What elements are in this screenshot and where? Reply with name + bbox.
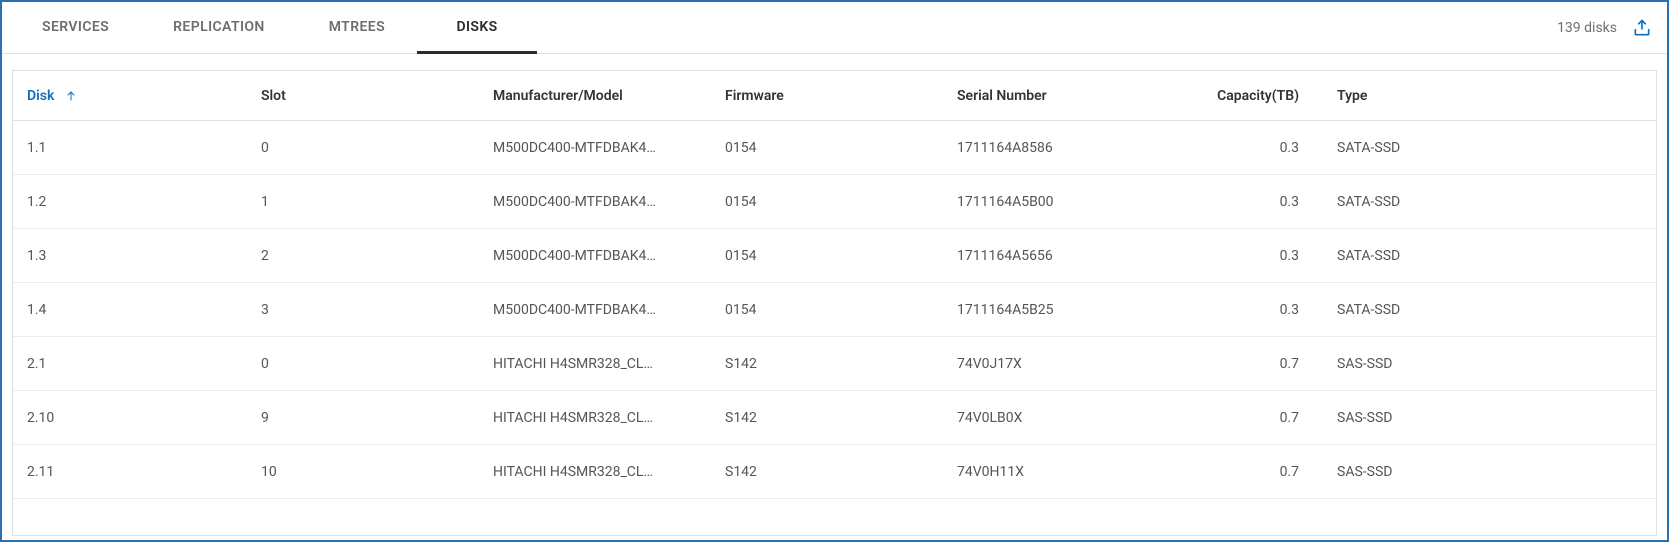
cell-model: HITACHI H4SMR328_CL…: [479, 464, 711, 480]
col-header-label: Serial Number: [957, 88, 1047, 104]
col-header-slot[interactable]: Slot: [247, 88, 479, 104]
cell-capacity: 0.3: [1175, 248, 1323, 264]
export-icon[interactable]: [1631, 17, 1653, 39]
cell-capacity: 0.7: [1175, 356, 1323, 372]
cell-slot: 2: [247, 248, 479, 264]
cell-disk: 1.1: [13, 140, 247, 156]
cell-disk: 1.3: [13, 248, 247, 264]
cell-disk: 2.10: [13, 410, 247, 426]
cell-slot: 1: [247, 194, 479, 210]
table-row[interactable]: 1.3 2 M500DC400-MTFDBAK4… 0154 1711164A5…: [13, 229, 1656, 283]
cell-serial: 1711164A5656: [943, 248, 1175, 264]
disk-grid: Disk Slot Manufacturer/Model Firmware Se…: [12, 70, 1657, 536]
grid-body[interactable]: 1.1 0 M500DC400-MTFDBAK4… 0154 1711164A8…: [13, 121, 1656, 535]
cell-model: M500DC400-MTFDBAK4…: [479, 302, 711, 318]
cell-capacity: 0.7: [1175, 464, 1323, 480]
cell-firmware: S142: [711, 356, 943, 372]
table-row[interactable]: 2.10 9 HITACHI H4SMR328_CL… S142 74V0LB0…: [13, 391, 1656, 445]
cell-capacity: 0.3: [1175, 140, 1323, 156]
cell-capacity: 0.3: [1175, 194, 1323, 210]
cell-model: M500DC400-MTFDBAK4…: [479, 140, 711, 156]
cell-slot: 0: [247, 356, 479, 372]
col-header-model[interactable]: Manufacturer/Model: [479, 88, 711, 104]
col-header-capacity[interactable]: Capacity(TB): [1175, 88, 1323, 104]
cell-firmware: S142: [711, 410, 943, 426]
table-row[interactable]: 2.1 0 HITACHI H4SMR328_CL… S142 74V0J17X…: [13, 337, 1656, 391]
col-header-label: Capacity(TB): [1217, 88, 1299, 104]
cell-serial: 1711164A8586: [943, 140, 1175, 156]
tab-label: DISKS: [456, 19, 497, 35]
tab-disks[interactable]: DISKS: [417, 2, 537, 54]
cell-serial: 1711164A5B00: [943, 194, 1175, 210]
col-header-label: Disk: [27, 88, 54, 104]
col-header-label: Type: [1337, 88, 1367, 104]
cell-slot: 3: [247, 302, 479, 318]
cell-serial: 74V0LB0X: [943, 410, 1175, 426]
cell-serial: 74V0H11X: [943, 464, 1175, 480]
cell-type: SATA-SSD: [1323, 248, 1656, 264]
cell-type: SATA-SSD: [1323, 302, 1656, 318]
disk-count-label: 139 disks: [1557, 20, 1631, 36]
col-header-type[interactable]: Type: [1323, 88, 1656, 104]
col-header-serial[interactable]: Serial Number: [943, 88, 1175, 104]
col-header-label: Slot: [261, 88, 286, 104]
table-row[interactable]: 1.2 1 M500DC400-MTFDBAK4… 0154 1711164A5…: [13, 175, 1656, 229]
cell-type: SAS-SSD: [1323, 410, 1656, 426]
cell-type: SATA-SSD: [1323, 194, 1656, 210]
cell-serial: 74V0J17X: [943, 356, 1175, 372]
cell-model: M500DC400-MTFDBAK4…: [479, 248, 711, 264]
cell-firmware: 0154: [711, 140, 943, 156]
tab-services[interactable]: SERVICES: [10, 2, 141, 54]
tab-label: REPLICATION: [173, 19, 265, 35]
scroll-spacer: [13, 499, 1656, 535]
cell-firmware: 0154: [711, 194, 943, 210]
cell-slot: 0: [247, 140, 479, 156]
tab-strip: SERVICES REPLICATION MTREES DISKS 139 di…: [2, 2, 1667, 54]
tab-mtrees[interactable]: MTREES: [297, 2, 417, 54]
cell-slot: 10: [247, 464, 479, 480]
sort-asc-icon: [64, 89, 78, 103]
cell-model: M500DC400-MTFDBAK4…: [479, 194, 711, 210]
cell-model: HITACHI H4SMR328_CL…: [479, 356, 711, 372]
cell-serial: 1711164A5B25: [943, 302, 1175, 318]
col-header-disk[interactable]: Disk: [13, 88, 247, 104]
cell-firmware: 0154: [711, 302, 943, 318]
cell-capacity: 0.3: [1175, 302, 1323, 318]
tab-replication[interactable]: REPLICATION: [141, 2, 297, 54]
cell-disk: 2.11: [13, 464, 247, 480]
cell-model: HITACHI H4SMR328_CL…: [479, 410, 711, 426]
col-header-firmware[interactable]: Firmware: [711, 88, 943, 104]
table-row[interactable]: 1.1 0 M500DC400-MTFDBAK4… 0154 1711164A8…: [13, 121, 1656, 175]
cell-type: SAS-SSD: [1323, 356, 1656, 372]
table-row[interactable]: 2.11 10 HITACHI H4SMR328_CL… S142 74V0H1…: [13, 445, 1656, 499]
cell-disk: 1.2: [13, 194, 247, 210]
col-header-label: Manufacturer/Model: [493, 88, 623, 104]
cell-type: SAS-SSD: [1323, 464, 1656, 480]
cell-firmware: 0154: [711, 248, 943, 264]
col-header-label: Firmware: [725, 88, 784, 104]
cell-disk: 2.1: [13, 356, 247, 372]
tab-group: SERVICES REPLICATION MTREES DISKS: [10, 2, 537, 54]
table-row[interactable]: 1.4 3 M500DC400-MTFDBAK4… 0154 1711164A5…: [13, 283, 1656, 337]
tab-label: MTREES: [329, 19, 385, 35]
cell-slot: 9: [247, 410, 479, 426]
tab-label: SERVICES: [42, 19, 109, 35]
cell-disk: 1.4: [13, 302, 247, 318]
cell-capacity: 0.7: [1175, 410, 1323, 426]
grid-header: Disk Slot Manufacturer/Model Firmware Se…: [13, 71, 1656, 121]
table-wrap: Disk Slot Manufacturer/Model Firmware Se…: [2, 54, 1667, 540]
cell-firmware: S142: [711, 464, 943, 480]
cell-type: SATA-SSD: [1323, 140, 1656, 156]
app-frame: SERVICES REPLICATION MTREES DISKS 139 di…: [0, 0, 1669, 542]
